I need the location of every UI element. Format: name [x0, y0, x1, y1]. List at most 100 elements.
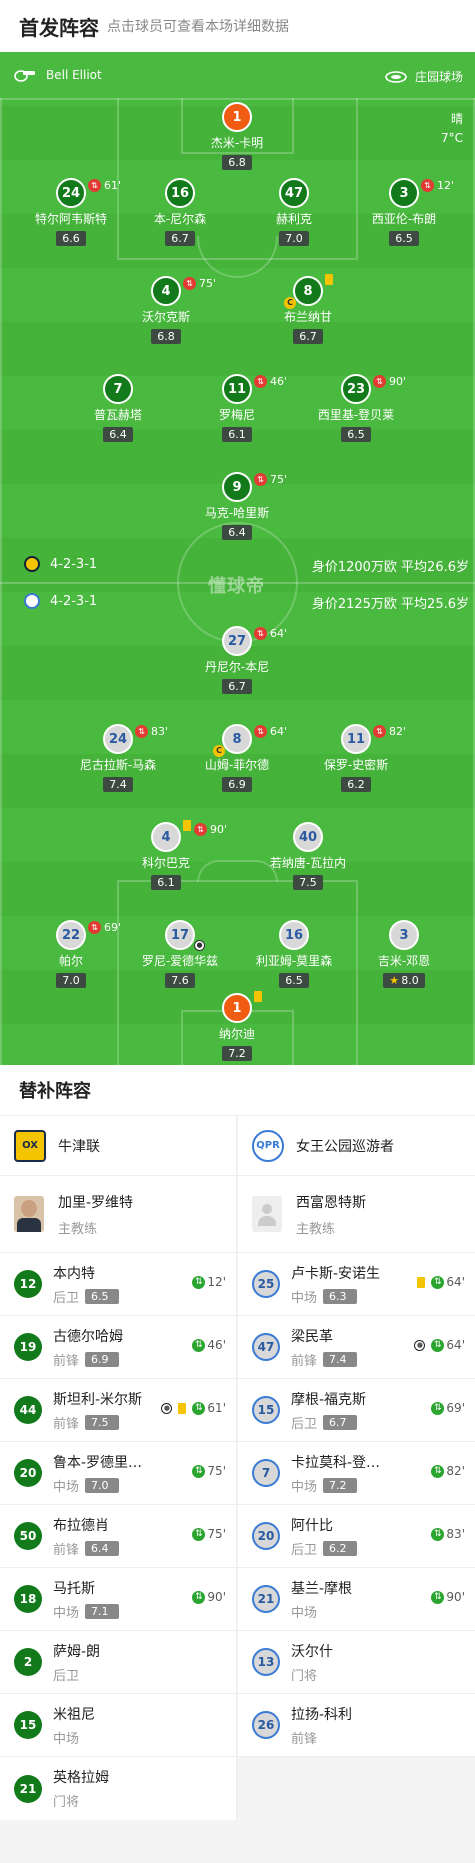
away-team-name: 女王公园巡游者 [296, 1138, 394, 1155]
player-home-rm[interactable]: 23 西里基-登贝莱 6.5 ⇅ 90' [300, 374, 412, 442]
player-away-cb1[interactable]: 17 罗尼-爱德华兹 7.6 ● [124, 920, 236, 988]
sub-rating: 6.5 [85, 1288, 120, 1304]
player-away-dm1[interactable]: 4 科尔巴克 6.1 ⇅ 90' [110, 820, 227, 890]
sub-off-icon: ⇅ [373, 725, 386, 738]
player-home-lb[interactable]: 24 特尔阿韦斯特 6.6 ⇅ 61' [15, 178, 127, 246]
player-name: 特尔阿韦斯特 [34, 212, 107, 226]
yellow-card-icon [254, 991, 262, 1002]
sub-time: 83' [446, 1527, 465, 1541]
sub-time: 69' [104, 921, 122, 934]
sub-player-row[interactable]: 20 鲁本-罗德里… 中场 7.0 ⇅ 75' [0, 1442, 236, 1505]
sub-name: 米祖尼 [53, 1706, 95, 1723]
sub-rating: 6.2 [323, 1540, 358, 1556]
yellow-card-icon [325, 274, 333, 285]
pitch: Bell Elliot 庄园球场 晴 7°C 4-2-3-1 身价1200万欧 … [0, 52, 475, 1065]
sub-in-icon: ⇅ [192, 1338, 206, 1352]
player-home-cb2[interactable]: 47 赫利克 7.0 [238, 178, 350, 246]
away-team-row[interactable]: QPR 女王公园巡游者 [238, 1116, 475, 1176]
player-away-lb[interactable]: 22 帕尔 7.0 ⇅ 69' [15, 920, 127, 988]
sub-in-icon: ⇅ [192, 1527, 206, 1541]
sub-player-row[interactable]: 50 布拉德肖 前锋 6.4 ⇅ 75' [0, 1505, 236, 1568]
player-name: 普瓦赫塔 [93, 408, 142, 422]
sub-time: 69' [446, 1401, 465, 1415]
sub-position: 门将 [291, 1668, 318, 1684]
player-away-am[interactable]: 8 山姆-菲尔德 6.9 ⇅ 64' C [181, 724, 293, 792]
player-home-dm1[interactable]: 4 沃尔克斯 6.8 ⇅ 75' [110, 276, 222, 344]
player-home-lm[interactable]: 7 普瓦赫塔 6.4 [62, 374, 174, 442]
sub-player-row[interactable]: 44 斯坦利-米尔斯 前锋 7.5 ● ⇅ 61' [0, 1379, 236, 1442]
sub-player-row[interactable]: 2 萨姆-朗 后卫 [0, 1631, 236, 1694]
sub-player-row[interactable]: 15 米祖尼 中场 [0, 1694, 236, 1757]
player-home-am[interactable]: 11 罗梅尼 6.1 ⇅ 46' [181, 374, 293, 442]
sub-player-row[interactable]: 26 拉扬-科利 前锋 [238, 1694, 475, 1757]
player-rating: 6.4 [222, 525, 252, 540]
sub-player-row[interactable]: 21 英格拉姆 门将 [0, 1757, 236, 1820]
home-team-row[interactable]: OX 牛津联 [0, 1116, 236, 1176]
manager-role: 主教练 [296, 1221, 336, 1237]
sub-player-row[interactable]: 19 古德尔哈姆 前锋 6.9 ⇅ 46' [0, 1316, 236, 1379]
player-away-dm2[interactable]: 40 若纳唐-瓦拉内 7.5 [252, 822, 364, 890]
away-formation: 4-2-3-1 [24, 593, 97, 609]
sub-in-icon: ⇅ [192, 1275, 206, 1289]
sub-player-row[interactable]: 20 阿什比 后卫 6.2 ⇅ 83' [238, 1505, 475, 1568]
oxford-logo-icon: OX [14, 1129, 46, 1162]
sub-in-icon: ⇅ [192, 1590, 206, 1604]
sub-number: 21 [14, 1774, 42, 1803]
player-away-gk[interactable]: 1 纳尔迪 7.2 [181, 991, 293, 1061]
sub-player-row[interactable]: 18 马托斯 中场 7.1 ⇅ 90' [0, 1568, 236, 1631]
whistle-icon [14, 70, 35, 82]
sub-player-row[interactable]: 7 卡拉莫科-登… 中场 7.2 ⇅ 82' [238, 1442, 475, 1505]
player-number: 40 [293, 822, 323, 852]
sub-rating: 7.0 [85, 1477, 120, 1493]
sub-player-row[interactable]: 25 卢卡斯-安诺生 中场 6.3 ⇅ 64' [238, 1253, 475, 1316]
home-team-name: 牛津联 [58, 1138, 100, 1155]
player-away-rm[interactable]: 11 保罗-史密斯 6.2 ⇅ 82' [300, 724, 412, 792]
sub-name: 沃尔什 [291, 1643, 333, 1660]
manager-name: 加里-罗维特 [58, 1194, 134, 1211]
player-away-rb[interactable]: 3 吉米-邓恩 ★ 8.0 [348, 920, 460, 988]
player-away-cb2[interactable]: 16 利亚姆-莫里森 6.5 [238, 920, 350, 988]
home-manager[interactable]: 加里-罗维特 主教练 [0, 1176, 236, 1253]
away-manager[interactable]: 西富恩特斯 主教练 [238, 1176, 475, 1253]
goal-ball-icon: ● [194, 940, 205, 951]
player-name: 马克-哈里斯 [204, 506, 270, 520]
manager-avatar [14, 1196, 44, 1232]
player-number: 3 [389, 920, 419, 950]
player-rating: 6.2 [341, 777, 371, 792]
sub-name: 布拉德肖 [53, 1517, 109, 1534]
sub-off-icon: ⇅ [254, 375, 267, 388]
player-home-cb1[interactable]: 16 本-尼尔森 6.7 [124, 178, 236, 246]
sub-rating: 7.2 [323, 1477, 358, 1493]
sub-off-icon: ⇅ [88, 179, 101, 192]
player-number: 3 [389, 178, 419, 208]
sub-off-icon: ⇅ [254, 627, 267, 640]
player-away-lm[interactable]: 24 尼古拉斯-马森 7.4 ⇅ 83' [62, 724, 174, 792]
sub-player-row[interactable]: 12 本内特 后卫 6.5 ⇅ 12' [0, 1253, 236, 1316]
player-home-st[interactable]: 9 马克-哈里斯 6.4 ⇅ 75' [181, 472, 293, 540]
player-number: 11 [222, 374, 252, 404]
sub-position: 中场 [291, 1290, 318, 1306]
stadium-icon [385, 70, 407, 83]
sub-player-row[interactable]: 13 沃尔什 门将 [238, 1631, 475, 1694]
sub-player-row[interactable]: 47 梁民革 前锋 7.4 ● ⇅ 64' [238, 1316, 475, 1379]
sub-player-row[interactable]: 15 摩根-福克斯 后卫 6.7 ⇅ 69' [238, 1379, 475, 1442]
sub-time: 75' [207, 1527, 226, 1541]
venue-info: 庄园球场 [385, 68, 463, 85]
sub-position: 门将 [53, 1795, 80, 1810]
player-away-st[interactable]: 27 丹尼尔-本尼 6.7 ⇅ 64' [181, 626, 293, 694]
player-home-rb[interactable]: 3 西亚伦-布朗 6.5 ⇅ 12' [348, 178, 460, 246]
player-number: 9 [222, 472, 252, 502]
player-home-dm2[interactable]: 8 布兰纳甘 6.7 C [252, 274, 364, 344]
sub-number: 20 [252, 1522, 280, 1550]
sub-off-icon: ⇅ [254, 725, 267, 738]
yellow-card-icon [178, 1402, 187, 1414]
sub-position: 后卫 [53, 1290, 80, 1306]
sub-player-row[interactable]: 21 基兰-摩根 中场 ⇅ 90' [238, 1568, 475, 1631]
sub-in-icon: ⇅ [192, 1401, 206, 1415]
away-team-logo-icon [24, 593, 40, 609]
page-title: 首发阵容 [19, 15, 99, 40]
sub-name: 萨姆-朗 [53, 1643, 101, 1660]
player-home-gk[interactable]: 1 杰米-卡明 6.8 [181, 102, 293, 170]
player-rating: 6.9 [222, 777, 252, 792]
player-rating: 7.4 [103, 777, 133, 792]
